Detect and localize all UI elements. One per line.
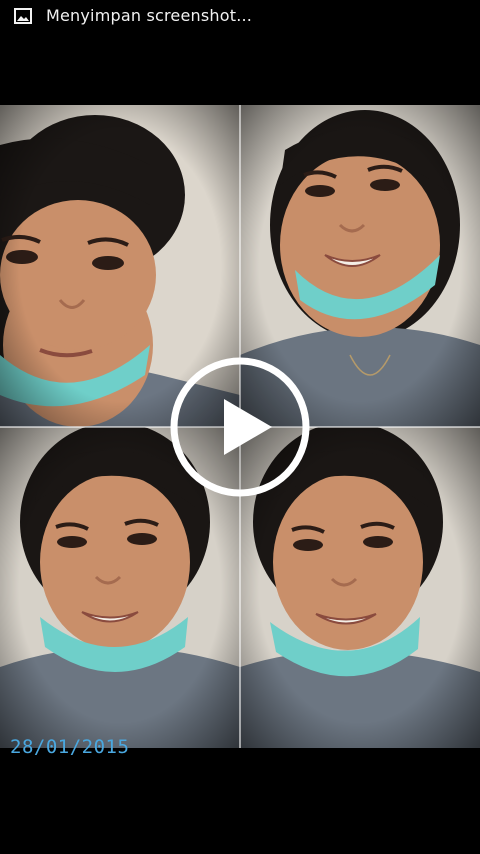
play-button[interactable] <box>168 355 312 499</box>
status-bar: Menyimpan screenshot... <box>0 0 480 34</box>
date-stamp: 28/01/2015 <box>10 736 130 758</box>
status-notification-text: Menyimpan screenshot... <box>46 6 253 25</box>
play-icon <box>170 357 310 497</box>
image-icon <box>14 8 32 24</box>
